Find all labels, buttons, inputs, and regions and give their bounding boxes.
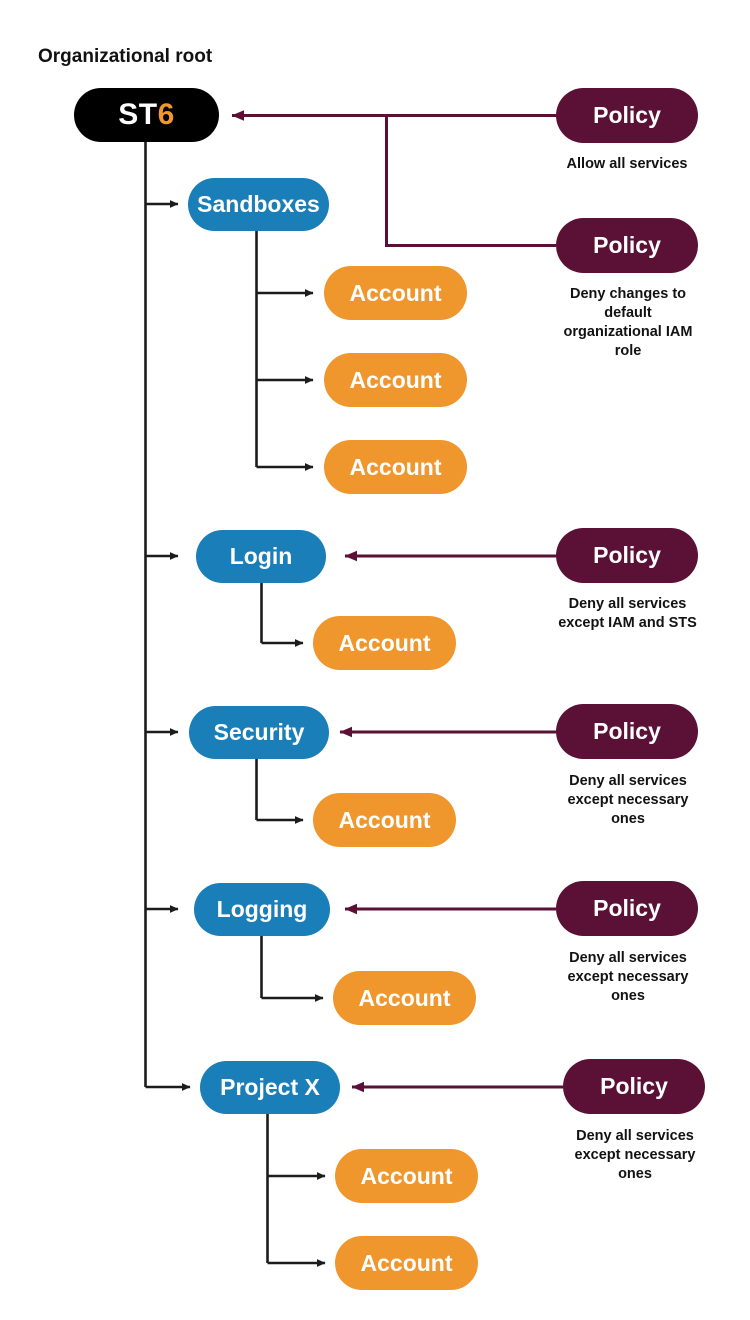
node-account-projectx-2[interactable]: Account (335, 1236, 478, 1290)
caption-line: Deny all services (568, 596, 687, 612)
node-account-login-1[interactable]: Account (313, 616, 456, 670)
caption-line: except IAM and STS (558, 615, 697, 632)
node-policy-allow-all[interactable]: Policy (556, 88, 698, 143)
node-policy-deny-iam-role[interactable]: Policy (556, 218, 698, 273)
node-account-sandboxes-3[interactable]: Account (324, 440, 467, 494)
node-account-security-1[interactable]: Account (313, 793, 456, 847)
node-account-sandboxes-1[interactable]: Account (324, 266, 467, 320)
edge-security-trunk (255, 759, 304, 824)
caption-line: Deny all services (569, 950, 687, 966)
caption-policy-deny-iam-role: Deny changes to default organizational I… (548, 285, 708, 362)
caption-line: except necessary (567, 792, 689, 809)
caption-line: role (614, 343, 642, 360)
node-ou-logging[interactable]: Logging (194, 883, 330, 936)
caption-policy-logging: Deny all services except necessary ones (548, 949, 708, 1006)
node-account-logging-1[interactable]: Account (333, 971, 476, 1025)
node-ou-security[interactable]: Security (189, 706, 329, 759)
caption-line: default (604, 305, 652, 322)
node-policy-security[interactable]: Policy (556, 704, 698, 759)
caption-line: organizational IAM (563, 324, 693, 341)
caption-line: Deny all services (576, 1128, 694, 1144)
node-ou-login[interactable]: Login (196, 530, 326, 583)
node-policy-logging[interactable]: Policy (556, 881, 698, 936)
root-label-prefix: ST (118, 98, 158, 131)
node-policy-projectx[interactable]: Policy (563, 1059, 705, 1114)
edge-logging-trunk (260, 936, 324, 1002)
caption-line: ones (618, 1166, 652, 1183)
node-policy-login[interactable]: Policy (556, 528, 698, 583)
caption-line: ones (611, 988, 645, 1005)
caption-policy-projectx: Deny all services except necessary ones (555, 1127, 715, 1184)
caption-policy-allow-all: Allow all services (566, 156, 688, 172)
caption-line: Deny all services (569, 773, 687, 789)
caption-line: except necessary (574, 1147, 696, 1164)
node-organizational-root[interactable]: ST 6 (74, 88, 219, 142)
node-ou-sandboxes[interactable]: Sandboxes (188, 178, 329, 231)
edge-projectx-trunk (266, 1114, 326, 1267)
edge-login-trunk (260, 583, 304, 647)
root-label-suffix: 6 (157, 98, 175, 131)
caption-line: except necessary (567, 969, 689, 986)
caption-policy-security: Deny all services except necessary ones (548, 772, 708, 829)
caption-policy-login: Deny all services except IAM and STS (545, 595, 710, 633)
node-account-sandboxes-2[interactable]: Account (324, 353, 467, 407)
organizational-root-label: Organizational root (38, 46, 213, 67)
caption-line: Deny changes to (569, 286, 687, 302)
edge-sandboxes-trunk (255, 231, 314, 471)
node-account-projectx-1[interactable]: Account (335, 1149, 478, 1203)
edge-policy-deny-iam-to-root (385, 115, 556, 247)
caption-line: ones (611, 811, 645, 828)
diagram-canvas: Organizational root ST 6 Sandboxes Login … (0, 0, 750, 1320)
node-ou-projectx[interactable]: Project X (200, 1061, 340, 1114)
